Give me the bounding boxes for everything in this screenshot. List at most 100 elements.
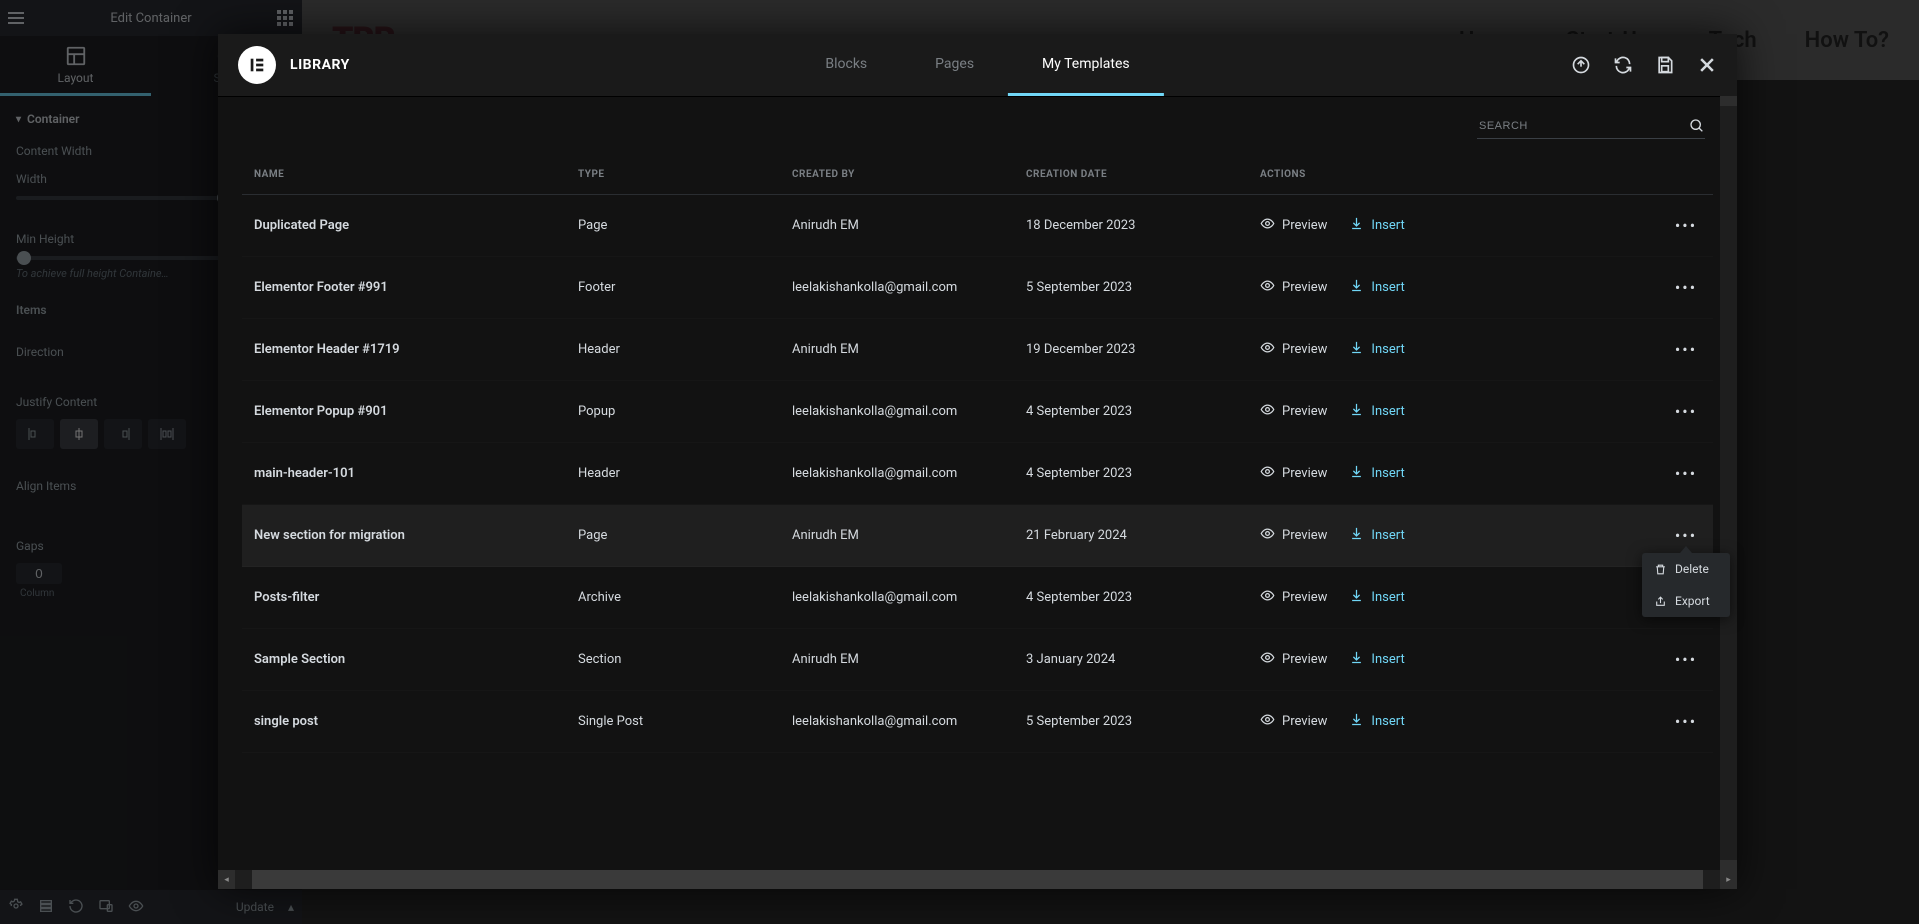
more-actions-icon[interactable]: ••• <box>1671 464 1701 483</box>
cell-actions: Preview Insert ••• <box>1248 257 1713 319</box>
download-icon <box>1349 650 1364 669</box>
col-actions: ACTIONS <box>1248 155 1713 195</box>
insert-action[interactable]: Insert <box>1349 278 1404 297</box>
cell-created-by: leelakishankolla@gmail.com <box>780 257 1014 319</box>
cell-creation-date: 4 September 2023 <box>1014 381 1248 443</box>
cell-name: Elementor Footer #991 <box>242 257 566 319</box>
cell-type: Single Post <box>566 691 780 753</box>
preview-action[interactable]: Preview <box>1260 712 1327 731</box>
cell-actions: Preview Insert ••• <box>1248 381 1713 443</box>
search-icon[interactable] <box>1689 118 1705 134</box>
cell-actions: Preview Insert ••• <box>1248 195 1713 257</box>
library-tab[interactable]: Pages <box>901 34 1008 96</box>
col-type[interactable]: TYPE <box>566 155 780 195</box>
more-actions-icon[interactable]: ••• <box>1671 712 1701 731</box>
preview-action[interactable]: Preview <box>1260 464 1327 483</box>
insert-action[interactable]: Insert <box>1349 464 1404 483</box>
more-actions-icon[interactable]: ••• <box>1671 402 1701 421</box>
eye-icon <box>1260 340 1275 359</box>
cell-name: main-header-101 <box>242 443 566 505</box>
insert-action[interactable]: Insert <box>1349 216 1404 235</box>
modal-vertical-scrollbar[interactable] <box>1720 96 1737 870</box>
table-row: New section for migrationPageAnirudh EM2… <box>242 505 1713 567</box>
search-input[interactable] <box>1477 114 1689 138</box>
cell-name: Elementor Header #1719 <box>242 319 566 381</box>
eye-icon <box>1260 650 1275 669</box>
modal-horizontal-scrollbar[interactable]: ◂▸ <box>218 870 1737 889</box>
eye-icon <box>1260 464 1275 483</box>
cell-type: Page <box>566 505 780 567</box>
row-context-menu: Delete Export <box>1642 553 1730 617</box>
table-row: Elementor Header #1719HeaderAnirudh EM19… <box>242 319 1713 381</box>
insert-action[interactable]: Insert <box>1349 340 1404 359</box>
library-tab[interactable]: Blocks <box>791 34 901 96</box>
library-tabs: BlocksPagesMy Templates <box>791 34 1163 96</box>
cell-creation-date: 19 December 2023 <box>1014 319 1248 381</box>
cell-creation-date: 18 December 2023 <box>1014 195 1248 257</box>
library-tab[interactable]: My Templates <box>1008 34 1164 96</box>
cell-name: Duplicated Page <box>242 195 566 257</box>
preview-action[interactable]: Preview <box>1260 526 1327 545</box>
save-icon[interactable] <box>1645 45 1685 85</box>
download-icon <box>1349 340 1364 359</box>
more-actions-icon[interactable]: ••• <box>1671 526 1701 545</box>
cell-creation-date: 3 January 2024 <box>1014 629 1248 691</box>
close-icon[interactable] <box>1687 45 1727 85</box>
cell-created-by: Anirudh EM <box>780 195 1014 257</box>
cell-actions: Preview Insert ••• <box>1248 629 1713 691</box>
templates-table: NAME TYPE CREATED BY CREATION DATE ACTIO… <box>242 155 1713 753</box>
more-actions-icon[interactable]: ••• <box>1671 278 1701 297</box>
insert-action[interactable]: Insert <box>1349 650 1404 669</box>
insert-action[interactable]: Insert <box>1349 588 1404 607</box>
eye-icon <box>1260 526 1275 545</box>
cell-created-by: Anirudh EM <box>780 629 1014 691</box>
elementor-logo-icon <box>238 46 276 84</box>
more-actions-icon[interactable]: ••• <box>1671 650 1701 669</box>
more-actions-icon[interactable]: ••• <box>1671 340 1701 359</box>
table-row: single postSingle Postleelakishankolla@g… <box>242 691 1713 753</box>
preview-action[interactable]: Preview <box>1260 340 1327 359</box>
cell-created-by: leelakishankolla@gmail.com <box>780 691 1014 753</box>
download-icon <box>1349 588 1364 607</box>
table-row: Elementor Footer #991Footerleelakishanko… <box>242 257 1713 319</box>
cell-type: Header <box>566 443 780 505</box>
cell-type: Footer <box>566 257 780 319</box>
sync-icon[interactable] <box>1603 45 1643 85</box>
preview-action[interactable]: Preview <box>1260 588 1327 607</box>
cell-type: Page <box>566 195 780 257</box>
preview-action[interactable]: Preview <box>1260 402 1327 421</box>
upload-template-icon[interactable] <box>1561 45 1601 85</box>
col-created-by[interactable]: CREATED BY <box>780 155 1014 195</box>
eye-icon <box>1260 588 1275 607</box>
table-row: Posts-filterArchiveleelakishankolla@gmai… <box>242 567 1713 629</box>
download-icon <box>1349 464 1364 483</box>
col-name[interactable]: NAME <box>242 155 566 195</box>
download-icon <box>1349 216 1364 235</box>
library-modal: LIBRARY BlocksPagesMy Templates <box>218 34 1737 889</box>
cell-type: Archive <box>566 567 780 629</box>
ctx-delete[interactable]: Delete <box>1642 553 1730 585</box>
cell-created-by: leelakishankolla@gmail.com <box>780 443 1014 505</box>
col-creation-date[interactable]: CREATION DATE <box>1014 155 1248 195</box>
cell-actions: Preview Insert ••• <box>1248 443 1713 505</box>
cell-creation-date: 4 September 2023 <box>1014 443 1248 505</box>
insert-action[interactable]: Insert <box>1349 526 1404 545</box>
library-header: LIBRARY BlocksPagesMy Templates <box>218 34 1737 97</box>
download-icon <box>1349 402 1364 421</box>
cell-name: single post <box>242 691 566 753</box>
insert-action[interactable]: Insert <box>1349 402 1404 421</box>
preview-action[interactable]: Preview <box>1260 278 1327 297</box>
more-actions-icon[interactable]: ••• <box>1671 216 1701 235</box>
eye-icon <box>1260 402 1275 421</box>
cell-creation-date: 5 September 2023 <box>1014 691 1248 753</box>
cell-name: New section for migration <box>242 505 566 567</box>
cell-type: Section <box>566 629 780 691</box>
cell-type: Popup <box>566 381 780 443</box>
cell-created-by: leelakishankolla@gmail.com <box>780 567 1014 629</box>
preview-action[interactable]: Preview <box>1260 216 1327 235</box>
insert-action[interactable]: Insert <box>1349 712 1404 731</box>
preview-action[interactable]: Preview <box>1260 650 1327 669</box>
table-row: Sample SectionSectionAnirudh EM3 January… <box>242 629 1713 691</box>
download-icon <box>1349 526 1364 545</box>
ctx-export[interactable]: Export <box>1642 585 1730 617</box>
